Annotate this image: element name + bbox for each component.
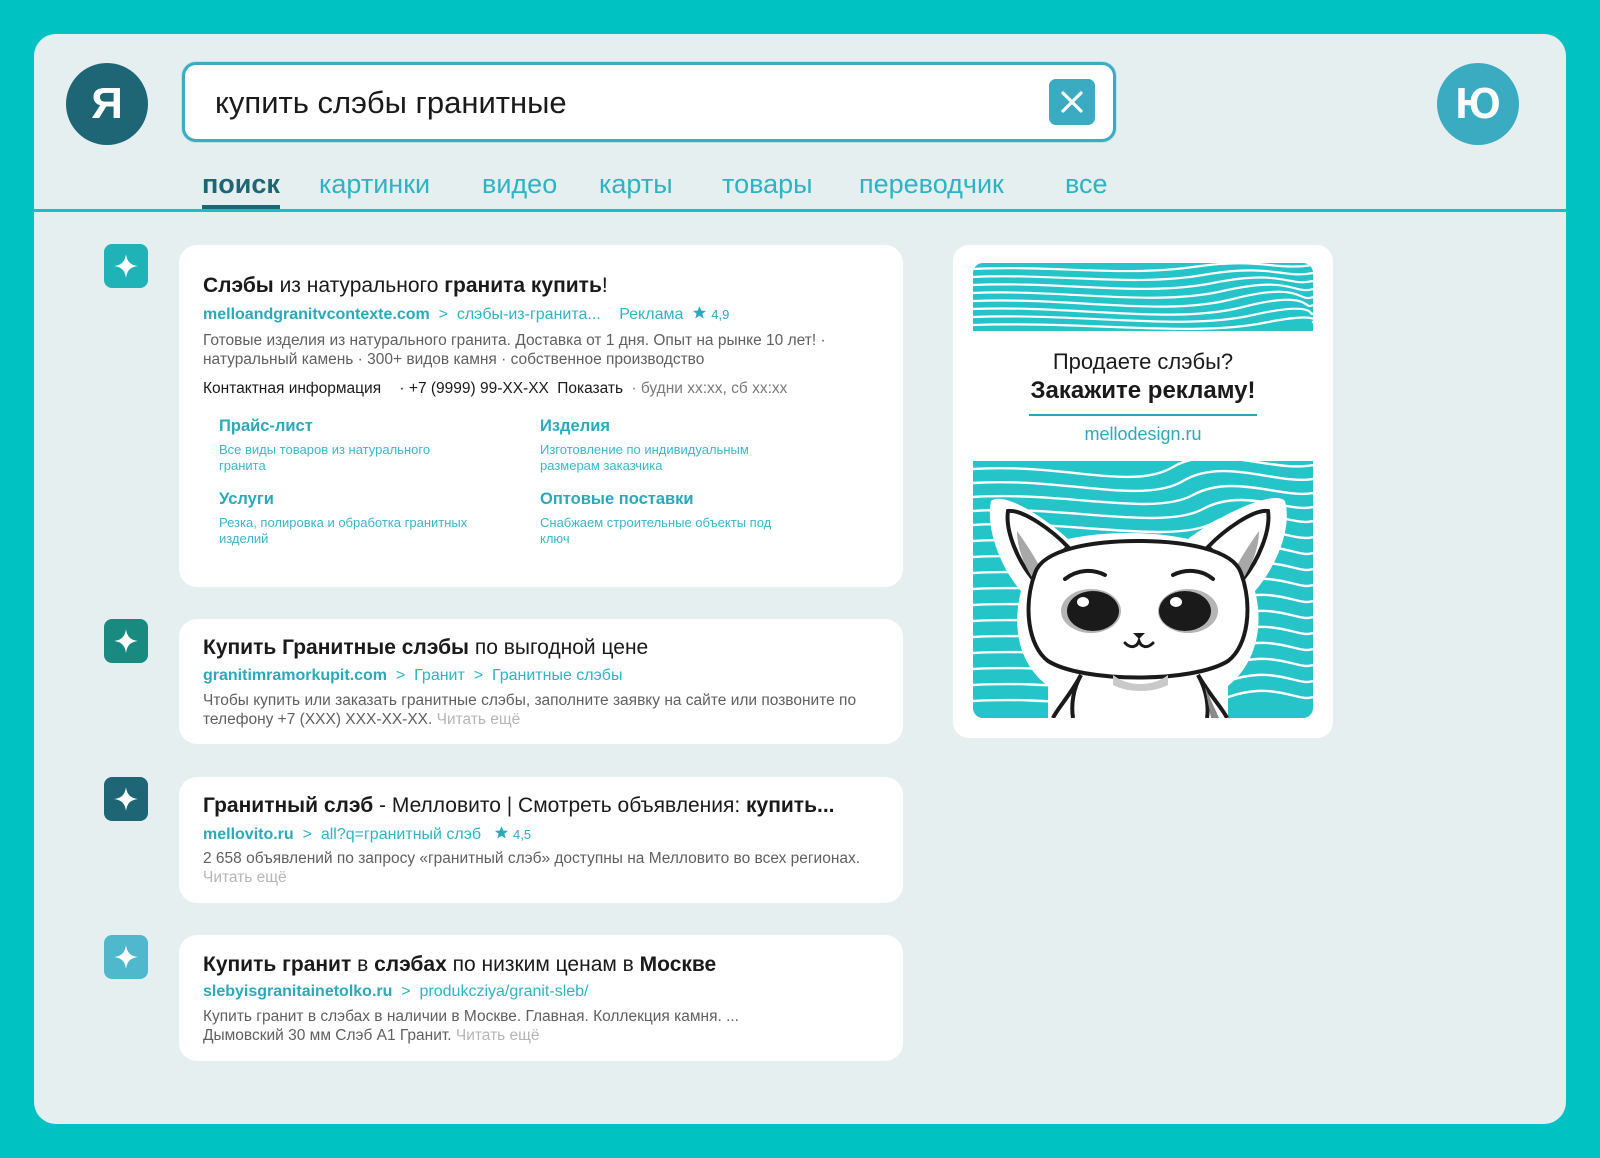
title-fragment: Слэбы <box>203 274 274 297</box>
sitelink-wholesale[interactable]: Оптовые поставки <box>540 490 694 509</box>
contacts-phone: · +7 (9999) 99-XX-XX <box>399 380 549 397</box>
snippet-text: Чтобы купить или заказать гранитные слэб… <box>203 692 857 728</box>
result-marker <box>104 935 148 979</box>
rating-value: 4,5 <box>512 827 532 842</box>
title-fragment: купить... <box>746 794 835 817</box>
show-phone-link[interactable]: Показать <box>557 380 623 397</box>
sparkle-icon <box>114 629 138 653</box>
title-fragment: Москве <box>639 953 717 976</box>
result-domain[interactable]: granitimramorkupit.com <box>203 667 387 684</box>
read-more-link[interactable]: Читать ещё <box>456 1027 540 1044</box>
result-card[interactable]: Купить Гранитные слэбы по выгодной цене … <box>179 619 903 744</box>
search-box[interactable] <box>182 62 1116 142</box>
contacts-label[interactable]: Контактная информация <box>203 380 381 397</box>
result-snippet: 2 658 объявлений по запросу «гранитный с… <box>203 849 883 887</box>
sitelink-services[interactable]: Услуги <box>219 490 274 509</box>
sitelink-desc: Снабжаем строительные объекты под ключ <box>540 515 772 546</box>
clear-search-button[interactable] <box>1049 79 1095 125</box>
result-title[interactable]: Слэбы из натурального гранита купить! <box>203 274 608 298</box>
user-avatar[interactable]: Ю <box>1437 63 1519 145</box>
ad-call-to-action: Закажите рекламу! <box>1030 377 1256 404</box>
title-fragment: из натурального <box>273 274 445 297</box>
read-more-link[interactable]: Читать ещё <box>203 869 287 886</box>
result-card[interactable]: Гранитный слэб - Мелловито | Смотреть об… <box>179 777 903 903</box>
search-input[interactable] <box>215 79 1015 127</box>
result-title[interactable]: Купить гранит в слэбах по низким ценам в… <box>203 953 716 977</box>
rating-value: 4,9 <box>711 307 730 322</box>
result-card-ad[interactable]: Слэбы из натурального гранита купить! me… <box>179 245 903 587</box>
ad-url-link[interactable]: mellodesign.ru <box>953 424 1333 445</box>
result-snippet: Готовые изделия из натурального гранита.… <box>203 332 826 368</box>
sparkle-icon <box>114 945 138 969</box>
result-marker <box>104 619 148 663</box>
title-fragment: по выгодной цене <box>469 636 649 659</box>
yandex-logo[interactable]: Я <box>66 63 148 145</box>
result-title[interactable]: Гранитный слэб - Мелловито | Смотреть об… <box>203 794 835 818</box>
result-url[interactable]: melloandgranitvcontexte.com > слэбы-из-г… <box>203 305 729 324</box>
result-domain[interactable]: mellovito.ru <box>203 826 294 843</box>
result-marker <box>104 244 148 288</box>
tab-products[interactable]: товары <box>722 169 813 200</box>
result-url[interactable]: mellovito.ru > all?q=гранитный слэб 4,5 <box>203 825 531 844</box>
ad-banner[interactable]: Продаете слэбы? Закажите рекламу! mellod… <box>953 245 1333 738</box>
ad-headline: Продаете слэбы? <box>1052 349 1234 374</box>
star-icon <box>692 306 706 319</box>
search-tabs: поиск картинки видео карты товары перево… <box>34 169 1566 211</box>
result-domain[interactable]: melloandgranitvcontexte.com <box>203 306 430 323</box>
close-icon <box>1061 91 1083 113</box>
tab-maps[interactable]: карты <box>599 169 673 200</box>
result-contacts: Контактная информация · +7 (9999) 99-XX-… <box>203 380 787 398</box>
title-fragment: гранита купить <box>444 274 602 297</box>
result-url[interactable]: granitimramorkupit.com > Гранит > Гранит… <box>203 667 622 685</box>
title-fragment: - Мелловито | Смотреть объявления: <box>373 794 747 817</box>
sitelink-products[interactable]: Изделия <box>540 417 610 436</box>
result-path[interactable]: > all?q=гранитный слэб <box>294 826 482 843</box>
result-marker <box>104 777 148 821</box>
title-fragment: по низким ценам в <box>446 953 640 976</box>
browser-window: Я Ю поиск картинки видео карты товары пе… <box>34 34 1566 1124</box>
result-snippet: Чтобы купить или заказать гранитные слэб… <box>203 691 883 729</box>
working-hours: · будни xx:xx, сб xx:xx <box>631 380 788 397</box>
result-card[interactable]: Купить гранит в слэбах по низким ценам в… <box>179 935 903 1061</box>
result-domain[interactable]: slebyisgranitainetolko.ru <box>203 983 392 1000</box>
result-title[interactable]: Купить Гранитные слэбы по выгодной цене <box>203 636 648 660</box>
title-fragment: слэбах <box>374 953 447 976</box>
sitelink-desc: Резка, полировка и обработка гранитных и… <box>219 515 468 546</box>
ad-wave-pattern-top <box>973 263 1313 331</box>
title-fragment: Купить гранит <box>203 953 352 976</box>
tab-all[interactable]: все <box>1065 169 1108 200</box>
sitelink-desc: Все виды товаров из натурального гранита <box>219 442 431 473</box>
ad-label: Реклама <box>619 306 684 323</box>
wave-pattern <box>973 263 1313 330</box>
cat-illustration <box>973 461 1313 718</box>
result-path[interactable]: > produkcziya/granit-sleb/ <box>392 983 588 1000</box>
tab-translator[interactable]: переводчик <box>859 169 1004 200</box>
sparkle-icon <box>114 787 138 811</box>
title-fragment: Гранитный слэб <box>203 794 374 817</box>
ad-illustration <box>973 461 1313 718</box>
result-snippet: Купить гранит в слэбах в наличии в Москв… <box>203 1007 783 1045</box>
tab-video[interactable]: видео <box>482 169 557 200</box>
tab-search[interactable]: поиск <box>202 169 280 211</box>
tab-images[interactable]: картинки <box>319 169 430 200</box>
title-fragment: в <box>351 953 375 976</box>
result-path[interactable]: > слэбы-из-гранита... <box>430 306 601 323</box>
result-url[interactable]: slebyisgranitainetolko.ru > produkcziya/… <box>203 983 588 1001</box>
title-fragment: ! <box>601 274 608 297</box>
ad-underline <box>1029 414 1257 416</box>
result-path[interactable]: > Гранит > Гранитные слэбы <box>387 667 623 684</box>
snippet-text: 2 658 объявлений по запросу «гранитный с… <box>203 850 861 867</box>
sitelink-desc: Изготовление по индивидуальным размерам … <box>540 442 749 473</box>
tabs-divider <box>34 209 1566 212</box>
star-icon <box>494 826 508 839</box>
sitelink-price-list[interactable]: Прайс-лист <box>219 417 313 436</box>
read-more-link[interactable]: Читать ещё <box>437 711 521 728</box>
title-fragment: Купить Гранитные слэбы <box>203 636 469 659</box>
sparkle-icon <box>114 254 138 278</box>
